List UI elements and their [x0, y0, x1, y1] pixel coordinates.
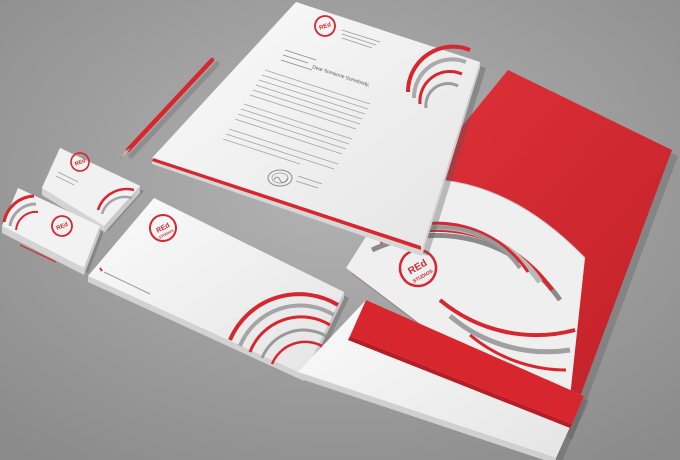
stationery-mockup-scene: REd STUDIOS REd Dear Someone Somebody, R… [0, 0, 680, 460]
